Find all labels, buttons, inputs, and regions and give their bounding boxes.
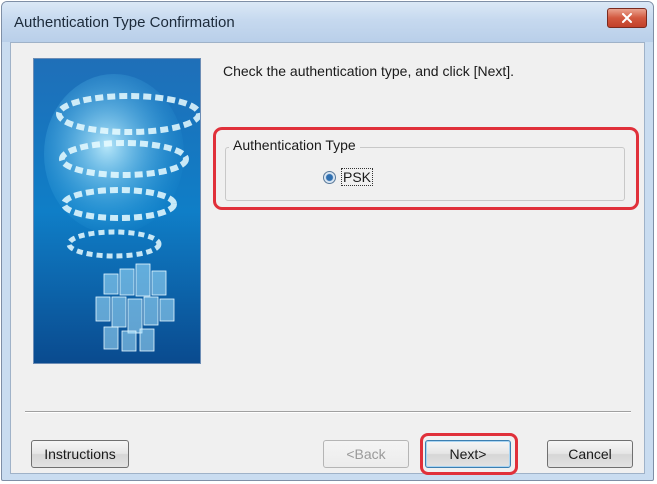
decorative-printer-graphic [33,58,201,364]
dialog-window: Authentication Type Confirmation Check t… [1,1,654,481]
close-button[interactable] [607,8,647,28]
back-button[interactable]: <Back [323,440,409,468]
next-button-highlight-frame [420,433,518,475]
instructions-button[interactable]: Instructions [31,440,129,468]
groupbox-highlight-frame [213,127,639,210]
cancel-button[interactable]: Cancel [547,440,633,468]
close-icon [622,13,632,23]
title-bar: Authentication Type Confirmation [2,2,653,42]
dialog-body: Check the authentication type, and click… [10,42,645,475]
window-title: Authentication Type Confirmation [14,14,235,31]
spiral-graphic [34,59,200,363]
instruction-text: Check the authentication type, and click… [223,63,515,79]
separator [25,411,631,413]
